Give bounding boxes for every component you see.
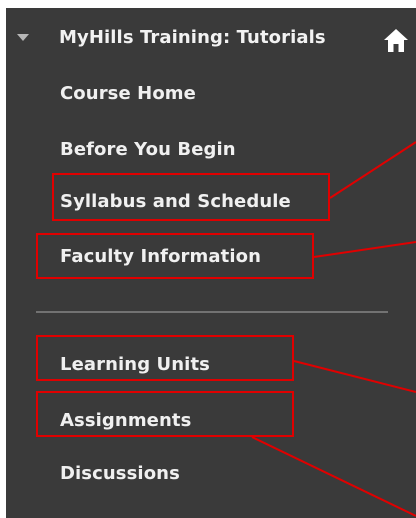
- highlight-box-assignments: [36, 391, 294, 437]
- course-title[interactable]: MyHills Training: Tutorials: [59, 27, 326, 48]
- menu-item-discussions[interactable]: Discussions: [60, 463, 180, 484]
- menu-divider: [36, 311, 388, 313]
- highlight-box-learning-units: [36, 335, 294, 381]
- home-icon[interactable]: [383, 27, 409, 53]
- collapse-arrow-icon[interactable]: [17, 34, 29, 41]
- highlight-box-faculty: [36, 233, 314, 279]
- highlight-box-syllabus: [52, 173, 330, 221]
- menu-item-course-home[interactable]: Course Home: [60, 83, 196, 104]
- menu-item-before-you-begin[interactable]: Before You Begin: [60, 139, 236, 160]
